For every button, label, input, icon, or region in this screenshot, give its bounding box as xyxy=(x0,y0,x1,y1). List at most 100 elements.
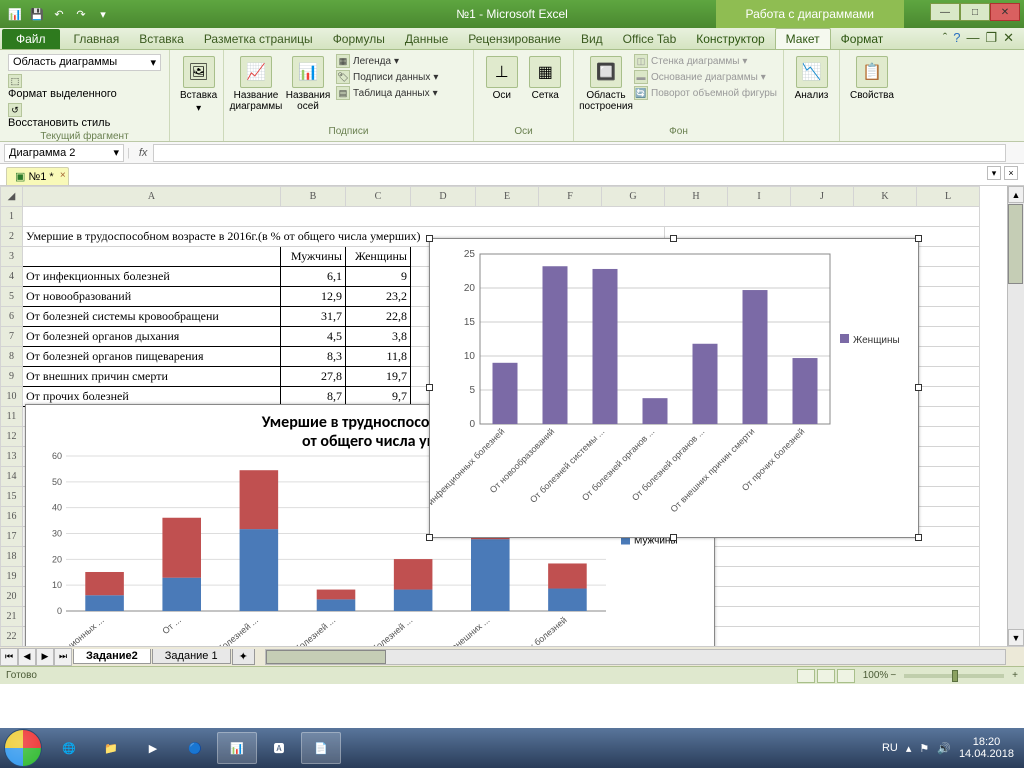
sheet-nav-first[interactable]: ⏮ xyxy=(0,648,18,666)
file-tab[interactable]: Файл xyxy=(2,29,60,49)
chrome-icon[interactable]: 🔵 xyxy=(175,732,215,764)
row-header[interactable]: 4 xyxy=(1,267,23,287)
normal-view-icon[interactable] xyxy=(797,669,815,683)
row-header[interactable]: 9 xyxy=(1,367,23,387)
tab-data[interactable]: Данные xyxy=(395,29,458,49)
properties-button[interactable]: 📋Свойства xyxy=(848,54,896,103)
word-icon[interactable]: 📄 xyxy=(301,732,341,764)
redo-icon[interactable]: ↷ xyxy=(72,5,90,23)
sheet-nav-prev[interactable]: ◀ xyxy=(18,648,36,666)
col-header[interactable]: H xyxy=(665,187,728,207)
col-header[interactable]: K xyxy=(854,187,917,207)
tab-design[interactable]: Конструктор xyxy=(686,29,774,49)
minimize-ribbon-icon[interactable]: ˆ xyxy=(943,30,947,46)
zoom-slider[interactable] xyxy=(904,674,1004,678)
col-header[interactable]: F xyxy=(539,187,602,207)
tab-layout[interactable]: Макет xyxy=(775,28,831,49)
sheet-nav-last[interactable]: ⏭ xyxy=(54,648,72,666)
chart-title-button[interactable]: 📈Название диаграммы xyxy=(232,54,280,114)
axes-button[interactable]: ⊥Оси xyxy=(482,54,522,103)
row-header[interactable]: 2 xyxy=(1,227,23,247)
row-header[interactable]: 17 xyxy=(1,527,23,547)
row-header[interactable]: 22 xyxy=(1,627,23,647)
row-header[interactable]: 20 xyxy=(1,587,23,607)
row-header[interactable]: 14 xyxy=(1,467,23,487)
doc-tab[interactable]: ▣ №1 *× xyxy=(6,167,69,185)
row-header[interactable]: 15 xyxy=(1,487,23,507)
vertical-scrollbar[interactable]: ▲▼ xyxy=(1007,186,1024,646)
volume-icon[interactable]: 🔊 xyxy=(937,742,951,755)
tab-format[interactable]: Формат xyxy=(831,29,894,49)
excel-taskbar-icon[interactable]: 📊 xyxy=(217,732,257,764)
select-all[interactable]: ◢ xyxy=(1,187,23,207)
col-header[interactable]: L xyxy=(917,187,980,207)
row-header[interactable]: 13 xyxy=(1,447,23,467)
sheet-tab[interactable]: Задание 1 xyxy=(152,649,231,664)
row-header[interactable]: 6 xyxy=(1,307,23,327)
insert-button[interactable]: 🖼Вставка▾ xyxy=(178,54,219,116)
qat-more-icon[interactable]: ▾ xyxy=(94,5,112,23)
horizontal-scrollbar[interactable] xyxy=(265,649,1006,665)
zoom-in-icon[interactable]: + xyxy=(1012,670,1018,681)
tab-officetab[interactable]: Office Tab xyxy=(613,29,687,49)
minimize-button[interactable]: ― xyxy=(930,3,960,21)
embedded-chart-selected[interactable]: 0510152025От инфекционных болезнейОт нов… xyxy=(429,238,919,538)
new-sheet-tab[interactable]: ✦ xyxy=(232,649,255,665)
page-break-view-icon[interactable] xyxy=(837,669,855,683)
flag-icon[interactable]: ⚑ xyxy=(919,742,929,755)
row-header[interactable]: 7 xyxy=(1,327,23,347)
row-header[interactable]: 12 xyxy=(1,427,23,447)
formula-input[interactable] xyxy=(153,144,1006,162)
workbook-restore-icon[interactable]: ❐ xyxy=(985,30,997,46)
access-icon[interactable]: 🅰 xyxy=(259,732,299,764)
row-header[interactable]: 18 xyxy=(1,547,23,567)
sheet-nav-next[interactable]: ▶ xyxy=(36,648,54,666)
col-header[interactable]: A xyxy=(23,187,281,207)
tab-review[interactable]: Рецензирование xyxy=(458,29,571,49)
col-header[interactable]: J xyxy=(791,187,854,207)
workbook-close-icon[interactable]: ✕ xyxy=(1003,30,1014,46)
axis-titles-button[interactable]: 📊Названия осей xyxy=(284,54,332,114)
row-header[interactable]: 5 xyxy=(1,287,23,307)
tab-view[interactable]: Вид xyxy=(571,29,613,49)
workbook-min-icon[interactable]: ― xyxy=(966,30,979,46)
media-player-icon[interactable]: ▶ xyxy=(133,732,173,764)
doctab-dropdown[interactable]: ▾ xyxy=(987,166,1001,180)
tab-home[interactable]: Главная xyxy=(64,29,130,49)
row-header[interactable]: 8 xyxy=(1,347,23,367)
row-header[interactable]: 1 xyxy=(1,207,23,227)
reset-style-button[interactable]: ↺Восстановить стиль xyxy=(8,103,161,129)
col-header[interactable]: B xyxy=(281,187,346,207)
data-table-button[interactable]: ▤Таблица данных ▾ xyxy=(336,86,438,100)
tray-up-icon[interactable]: ▴ xyxy=(906,742,912,755)
row-header[interactable]: 10 xyxy=(1,387,23,407)
name-box[interactable]: Диаграмма 2▾ xyxy=(4,144,124,162)
save-icon[interactable]: 💾 xyxy=(28,5,46,23)
analysis-button[interactable]: 📉Анализ xyxy=(792,54,831,103)
row-header[interactable]: 19 xyxy=(1,567,23,587)
col-header[interactable]: D xyxy=(411,187,476,207)
col-header[interactable]: G xyxy=(602,187,665,207)
clock[interactable]: 18:2014.04.2018 xyxy=(959,736,1014,760)
help-icon[interactable]: ? xyxy=(953,30,960,46)
language-indicator[interactable]: RU xyxy=(882,742,898,754)
close-button[interactable]: ✕ xyxy=(990,3,1020,21)
fx-icon[interactable]: fx xyxy=(139,147,148,159)
tab-insert[interactable]: Вставка xyxy=(129,29,194,49)
gridlines-button[interactable]: ▦Сетка xyxy=(526,54,566,103)
chart-element-selector[interactable]: Область диаграммы▾ xyxy=(8,54,161,71)
start-button[interactable] xyxy=(4,729,42,767)
zoom-level[interactable]: 100% xyxy=(863,670,889,681)
legend-button[interactable]: ▦Легенда ▾ xyxy=(336,54,438,68)
row-header[interactable]: 21 xyxy=(1,607,23,627)
undo-icon[interactable]: ↶ xyxy=(50,5,68,23)
col-header[interactable]: E xyxy=(476,187,539,207)
sheet-tab[interactable]: Задание2 xyxy=(73,649,151,664)
excel-icon[interactable]: 📊 xyxy=(6,5,24,23)
zoom-out-icon[interactable]: − xyxy=(890,670,896,681)
row-header[interactable]: 3 xyxy=(1,247,23,267)
doctab-close[interactable]: × xyxy=(1004,166,1018,180)
col-header[interactable]: C xyxy=(346,187,411,207)
close-doc-icon[interactable]: × xyxy=(60,170,66,181)
data-labels-button[interactable]: 🏷Подписи данных ▾ xyxy=(336,70,438,84)
